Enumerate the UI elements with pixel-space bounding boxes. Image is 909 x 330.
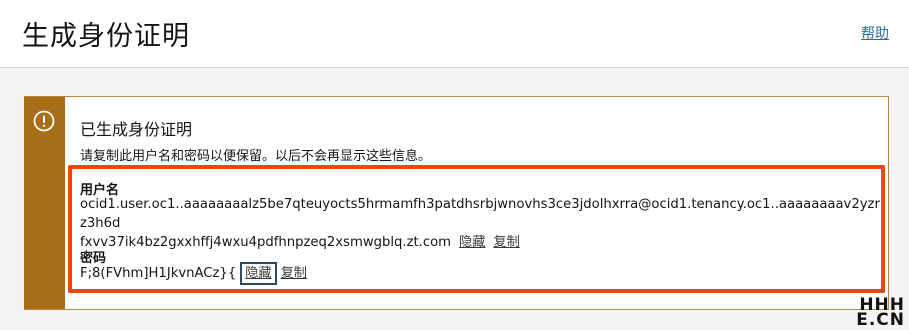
watermark-line2: E.CN <box>856 310 905 330</box>
password-copy-link[interactable]: 复制 <box>281 266 307 281</box>
password-value: F;8(FVhm]H1JkvnACz}{ <box>80 266 237 281</box>
page-title: 生成身份证明 <box>22 21 190 52</box>
username-value: ocid1.user.oc1..aaaaaaaalz5be7qteuyocts5… <box>80 195 880 252</box>
exclamation-circle-icon <box>33 110 55 132</box>
password-row: F;8(FVhm]H1JkvnACz}{隐藏 复制 <box>80 262 880 285</box>
username-copy-link[interactable]: 复制 <box>493 235 519 250</box>
alert-stripe <box>24 97 65 309</box>
watermark: HHH E.CN <box>856 297 905 330</box>
credential-alert-card: 已生成身份证明 请复制此用户名和密码以便保留。以后不会再显示这些信息。 用户名 … <box>24 96 889 310</box>
username-hide-link[interactable]: 隐藏 <box>459 235 485 250</box>
help-link[interactable]: 帮助 <box>861 23 889 43</box>
page-header: 生成身份证明 帮助 <box>0 0 909 68</box>
password-hide-link[interactable]: 隐藏 <box>240 262 277 285</box>
alert-title: 已生成身份证明 <box>80 120 193 139</box>
username-value-line2: fxvv37ik4bz2gxxhffj4wxu4pdfhnpzeq2xsmwgb… <box>80 235 452 250</box>
username-value-line2-row: fxvv37ik4bz2gxxhffj4wxu4pdfhnpzeq2xsmwgb… <box>80 233 880 252</box>
alert-description: 请复制此用户名和密码以便保留。以后不会再显示这些信息。 <box>80 149 432 164</box>
username-value-line1: ocid1.user.oc1..aaaaaaaalz5be7qteuyocts5… <box>80 197 880 231</box>
